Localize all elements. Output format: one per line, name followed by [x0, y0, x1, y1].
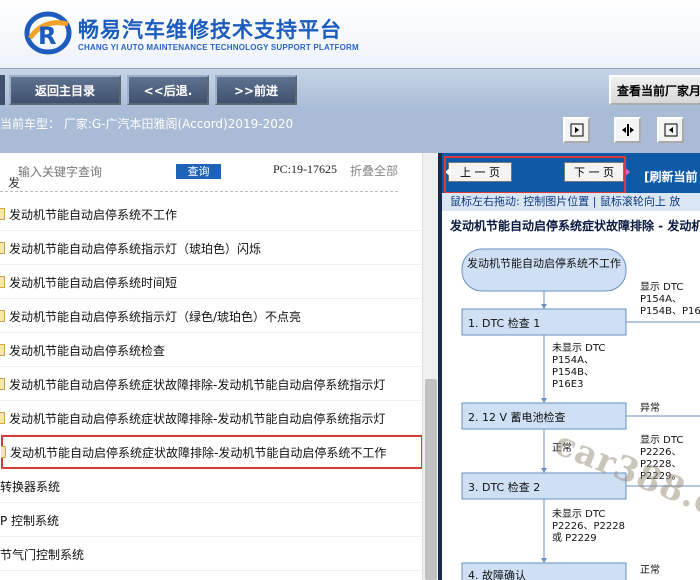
flow-step1-down-code: P154B、: [552, 367, 594, 378]
tree-folder[interactable]: P 控制系统: [0, 503, 422, 537]
flowchart: 发动机节能自动启停系统不工作 1. DTC 检查 1 显示 DTC P154A、…: [461, 248, 700, 580]
document-icon: [1, 446, 6, 458]
flow-step2-text: 2. 12 V 蓄电池检查: [468, 410, 566, 424]
vertical-scrollbar[interactable]: [422, 153, 438, 580]
flow-step4-side-text: 正常: [640, 563, 660, 576]
document-icon: [0, 208, 5, 220]
divider: [0, 191, 398, 192]
tree-item[interactable]: 发动机节能自动启停系统时间短: [0, 265, 422, 299]
tree-list: 发动机节能自动启停系统不工作 发动机节能自动启停系统指示灯（琥珀色）闪烁 发动机…: [0, 197, 423, 571]
header: R 畅易汽车维修技术支持平台 CHANG YI AUTO MAINTENANCE…: [0, 0, 700, 68]
hint-bar: 鼠标左右拖动: 控制图片位置 | 鼠标滚轮向上 放: [442, 193, 700, 211]
left-panel: 发 查询 PC:19-17625 折叠全部 发动机节能自动启停系统不工作 发动机…: [0, 153, 438, 580]
nav-bar: 返回主目录 <<后退. >>前进 查看当前厂家月: [0, 68, 700, 110]
view-manufacturer-button[interactable]: 查看当前厂家月: [609, 75, 700, 105]
highlight-box: [444, 156, 626, 194]
flow-step3-down-code: 或 P2229: [552, 532, 597, 544]
document-icon: [0, 276, 5, 288]
document-title: 发动机节能自动启停系统症状故障排除 - 发动机节: [450, 219, 700, 233]
info-bar: 当前车型： 厂家:G-广汽本田雅阁(Accord)2019-2020: [0, 110, 700, 153]
flow-step1-down-code: P154A、: [552, 355, 594, 366]
flow-step1-side-text: 显示 DTC: [640, 281, 683, 293]
flow-step2-side-text: 异常: [640, 401, 660, 414]
flow-step3-down-code: P2226、P2228: [552, 521, 625, 532]
document-icon: [0, 242, 5, 254]
search-row: 发 查询 PC:19-17625 折叠全部: [0, 153, 420, 191]
collapse-left-button[interactable]: [563, 117, 590, 143]
split-view-button[interactable]: [614, 117, 641, 143]
tree-folder-label: 节气门控制系统: [0, 548, 85, 562]
tree-item-label: 发动机节能自动启停系统症状故障排除-发动机节能自动启停系统指示灯: [9, 412, 386, 426]
flow-step1-down-code: P16E3: [552, 379, 583, 390]
tree-folder-label: 转换器系统: [0, 480, 61, 494]
right-panel: 上 一 页 下 一 页 [刷新当前 鼠标左右拖动: 控制图片位置 | 鼠标滚轮向…: [438, 153, 700, 580]
flow-step1-down-text: 未显示 DTC: [552, 342, 605, 354]
flow-step1-text: 1. DTC 检查 1: [468, 316, 540, 330]
flow-start-node: [461, 248, 627, 292]
tree-folder[interactable]: 节气门控制系统: [0, 537, 422, 571]
tree-item[interactable]: 发动机节能自动启停系统检查: [0, 333, 422, 367]
tree-item-label: 发动机节能自动启停系统指示灯（琥珀色）闪烁: [9, 242, 262, 256]
document-toolbar: 上 一 页 下 一 页 [刷新当前: [442, 153, 700, 194]
collapse-right-button[interactable]: [657, 117, 684, 143]
scrollbar-thumb[interactable]: [425, 379, 437, 580]
app-subtitle: CHANG YI AUTO MAINTENANCE TECHNOLOGY SUP…: [78, 43, 359, 52]
flow-step4-text: 4. 故障确认: [468, 568, 526, 580]
tree-root-label: 发: [8, 176, 21, 190]
svg-text:R: R: [38, 22, 56, 50]
tree-item[interactable]: 发动机节能自动启停系统指示灯（绿色/琥珀色）不点亮: [0, 299, 422, 333]
flow-step2-down-side-text: 显示 DTC: [640, 434, 683, 446]
tree-item[interactable]: 发动机节能自动启停系统症状故障排除-发动机节能自动启停系统指示灯: [0, 401, 422, 435]
refresh-link[interactable]: [刷新当前: [644, 168, 698, 185]
current-car-model: 当前车型： 厂家:G-广汽本田雅阁(Accord)2019-2020: [0, 117, 294, 131]
tree-item-label: 发动机节能自动启停系统指示灯（绿色/琥珀色）不点亮: [9, 310, 302, 324]
search-button[interactable]: 查询: [176, 164, 221, 179]
arrow-left-icon: [664, 123, 677, 137]
arrow-right-icon: [570, 123, 583, 137]
search-input[interactable]: [0, 161, 170, 183]
flow-step1-side-codes2: P154B、P16: [640, 306, 700, 317]
document-icon: [0, 412, 5, 424]
nav-edge: [0, 75, 5, 105]
brand-logo-icon: R: [24, 11, 72, 55]
flow-start-text: 发动机节能自动启停系统不工作: [467, 256, 621, 270]
flow-step3-text: 3. DTC 检查 2: [468, 480, 540, 494]
document-icon: [0, 344, 5, 356]
tree-folder[interactable]: 转换器系统: [0, 469, 422, 503]
tree-item-label: 发动机节能自动启停系统症状故障排除-发动机节能自动启停系统指示灯: [9, 378, 386, 392]
pc-code: PC:19-17625: [273, 162, 338, 176]
collapse-all-link[interactable]: 折叠全部: [350, 162, 398, 179]
tree-item-label: 发动机节能自动启停系统不工作: [9, 208, 178, 222]
flow-step1-side-codes: P154A、: [640, 294, 682, 305]
app-title: 畅易汽车维修技术支持平台: [78, 18, 342, 42]
tree-item-label: 发动机节能自动启停系统时间短: [9, 276, 178, 290]
back-button[interactable]: <<后退.: [127, 75, 209, 105]
tree-item-label: 发动机节能自动启停系统检查: [9, 344, 166, 358]
split-arrows-icon: [621, 124, 634, 136]
document-icon: [0, 378, 5, 390]
tree-item-label: 发动机节能自动启停系统症状故障排除-发动机节能自动启停系统不工作: [10, 446, 387, 460]
tree-item[interactable]: 发动机节能自动启停系统不工作: [0, 197, 422, 231]
forward-button[interactable]: >>前进: [215, 75, 297, 105]
tree-item[interactable]: 发动机节能自动启停系统指示灯（琥珀色）闪烁: [0, 231, 422, 265]
tree-folder-label: P 控制系统: [0, 514, 60, 528]
flow-step3-down-text: 未显示 DTC: [552, 508, 605, 520]
tree-item-selected[interactable]: 发动机节能自动启停系统症状故障排除-发动机节能自动启停系统不工作: [1, 435, 423, 469]
document-icon: [0, 310, 5, 322]
home-button[interactable]: 返回主目录: [9, 75, 121, 105]
tree-item[interactable]: 发动机节能自动启停系统症状故障排除-发动机节能自动启停系统指示灯: [0, 367, 422, 401]
